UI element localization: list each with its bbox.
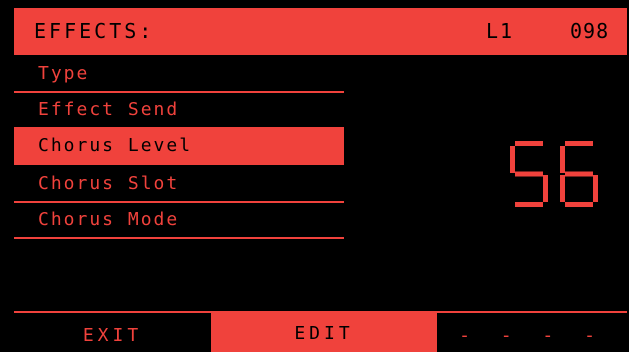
header-bar: EFFECTS: L1 098: [14, 8, 627, 55]
empty-softkey[interactable]: - - - -: [437, 311, 627, 352]
digit-segment: [593, 175, 598, 202]
digit-segment: [543, 175, 548, 202]
digit-segment: [565, 141, 593, 146]
digit-segment: [565, 171, 593, 177]
page-title: EFFECTS:: [34, 19, 155, 43]
value-digit: [510, 141, 548, 207]
menu-item-chorus-mode[interactable]: Chorus Mode: [14, 203, 344, 239]
menu-item-effect-send[interactable]: Effect Send: [14, 93, 344, 129]
digit-segment: [560, 175, 565, 202]
digit-segment: [515, 141, 543, 146]
value-digit: [560, 141, 598, 207]
digit-segment: [515, 171, 543, 177]
device-screen: EFFECTS: L1 098 Type Effect Send Chorus …: [0, 0, 629, 352]
softkey-bar: EXIT EDIT - - - -: [14, 311, 627, 352]
exit-button[interactable]: EXIT: [14, 311, 211, 352]
menu-item-chorus-slot[interactable]: Chorus Slot: [14, 167, 344, 203]
digit-segment: [510, 146, 515, 173]
patch-label: L1: [486, 19, 515, 43]
menu-item-type[interactable]: Type: [14, 57, 344, 93]
digit-segment: [515, 202, 543, 207]
edit-button[interactable]: EDIT: [211, 311, 437, 352]
digit-segment: [565, 202, 593, 207]
menu-item-chorus-level[interactable]: Chorus Level: [14, 129, 344, 165]
value-display: [510, 141, 598, 207]
digit-segment: [560, 146, 565, 173]
patch-number: 098: [570, 19, 610, 43]
